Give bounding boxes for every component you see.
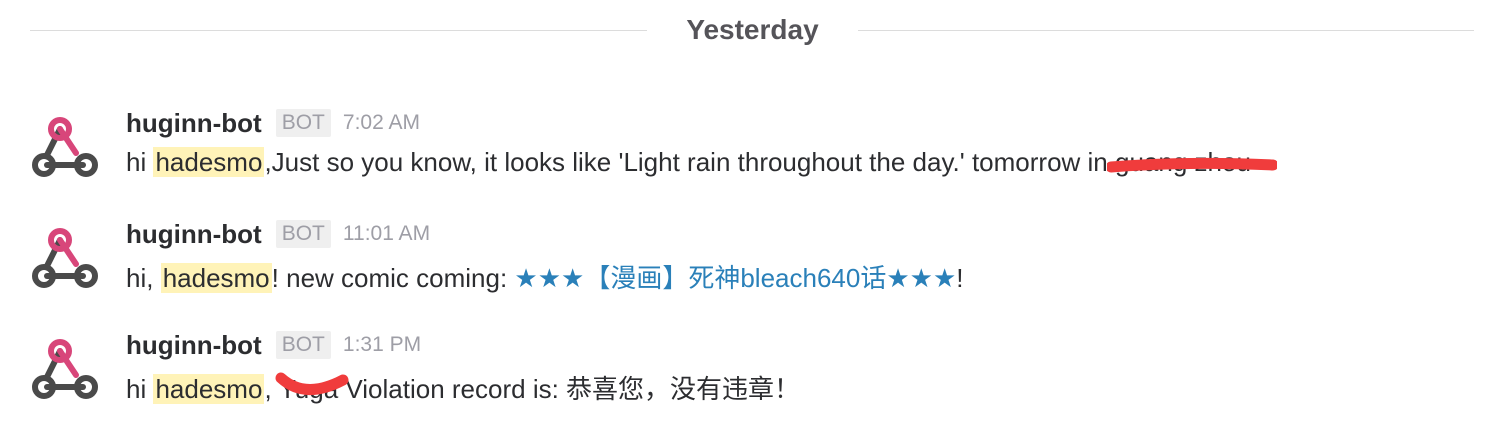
user-mention[interactable]: hadesmo (153, 374, 265, 404)
user-mention[interactable]: hadesmo (160, 263, 272, 293)
webhook-icon[interactable] (30, 337, 100, 407)
timestamp[interactable]: 1:31 PM (343, 333, 421, 357)
message-text: Violation record is: 恭喜您，没有违章！ (338, 374, 801, 404)
message: huginn-bot BOT 7:02 AM hi hadesmo,Just s… (0, 105, 1512, 205)
author-name[interactable]: huginn-bot (126, 219, 262, 250)
bot-badge: BOT (275, 331, 331, 359)
redacted-text: guang zhou (1107, 147, 1277, 178)
message-suffix: ! (956, 263, 964, 293)
message-header: huginn-bot BOT 11:01 AM (126, 216, 430, 252)
timestamp[interactable]: 11:01 AM (343, 222, 430, 246)
divider-line-left (30, 30, 647, 31)
webhook-icon[interactable] (30, 226, 100, 296)
bot-badge: BOT (275, 109, 331, 137)
bot-badge: BOT (275, 220, 331, 248)
message-text: ! new comic coming: (271, 263, 515, 293)
message-prefix: hi (126, 374, 154, 404)
message-header: huginn-bot BOT 1:31 PM (126, 327, 421, 363)
message: huginn-bot BOT 11:01 AM hi, hadesmo! new… (0, 216, 1512, 316)
author-name[interactable]: huginn-bot (126, 108, 262, 139)
message-prefix: hi, (126, 263, 161, 293)
message-body: hi hadesmo, Yuga Violation record is: 恭喜… (126, 369, 800, 406)
message: huginn-bot BOT 1:31 PM hi hadesmo, Yuga … (0, 327, 1512, 427)
message-text-before: , (264, 374, 279, 404)
timestamp[interactable]: 7:02 AM (343, 111, 420, 135)
message-body: hi, hadesmo! new comic coming: ★★★【漫画】死神… (126, 258, 964, 295)
redacted-value: Yuga (278, 374, 339, 404)
message-body: hi hadesmo,Just so you know, it looks li… (126, 147, 1277, 178)
divider-line-right (858, 30, 1474, 31)
author-name[interactable]: huginn-bot (126, 330, 262, 361)
day-divider: Yesterday (30, 10, 1474, 54)
redacted-value: guang zhou (1115, 147, 1251, 177)
user-mention[interactable]: hadesmo (153, 147, 265, 177)
day-divider-label: Yesterday (686, 14, 819, 45)
comic-link[interactable]: ★★★【漫画】死神bleach640话★★★ (514, 263, 956, 293)
webhook-icon[interactable] (30, 115, 100, 185)
message-prefix: hi (126, 147, 154, 177)
redacted-text: Yuga (275, 372, 349, 405)
message-text: ,Just so you know, it looks like 'Light … (264, 147, 1115, 177)
message-header: huginn-bot BOT 7:02 AM (126, 105, 420, 141)
